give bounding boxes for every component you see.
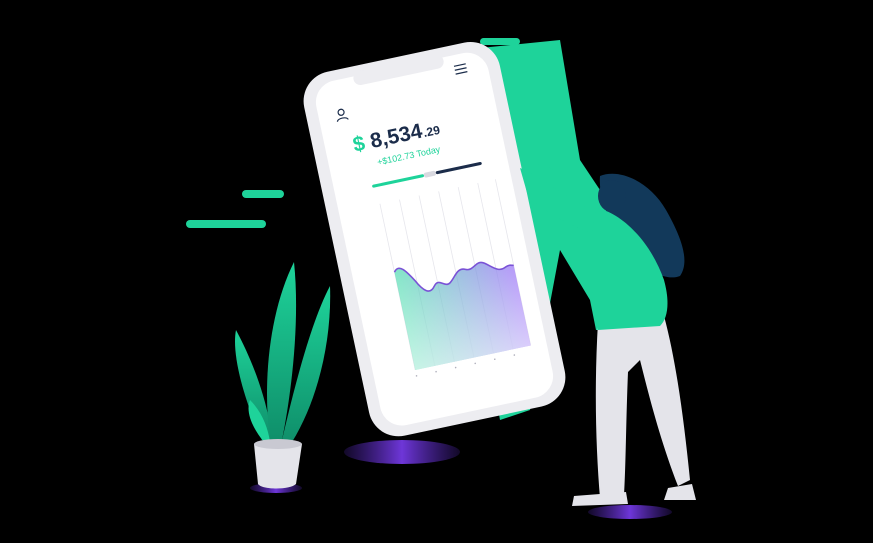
foreground-illustration <box>520 168 668 330</box>
person-torso <box>590 208 668 330</box>
illustration-stage: $ 8,534 .29 +$102.73 Today <box>0 0 873 543</box>
